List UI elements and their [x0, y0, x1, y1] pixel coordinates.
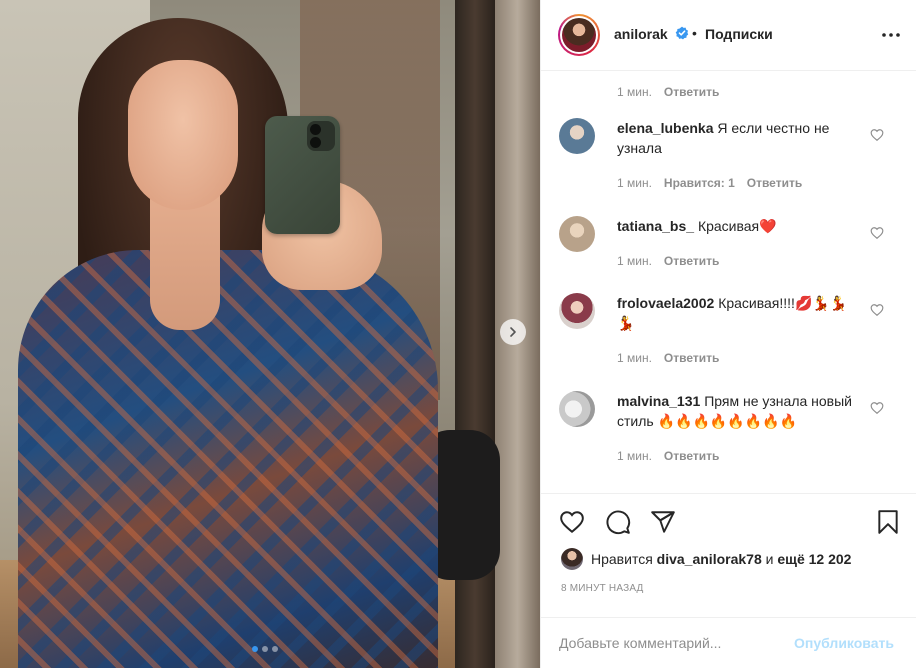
comment-meta: 1 мин. Ответить	[617, 85, 719, 99]
add-comment-bar: Опубликовать	[541, 617, 916, 668]
comment-bubble-icon[interactable]	[605, 509, 631, 535]
post-username[interactable]: anilorak	[614, 26, 668, 42]
commenter-avatar[interactable]	[559, 293, 595, 329]
avatar[interactable]	[558, 14, 600, 56]
reply-button[interactable]: Ответить	[664, 85, 719, 99]
comment-time: 1 мин.	[617, 351, 652, 365]
comment-time: 1 мин.	[617, 85, 652, 99]
carousel-next-button[interactable]	[500, 319, 526, 345]
chevron-right-icon	[510, 327, 516, 337]
comment-meta: 1 мин. Ответить	[617, 449, 719, 463]
post-actions: Нравится diva_anilorak78 и ещё 12 202 8 …	[541, 493, 916, 668]
reply-button[interactable]: Ответить	[664, 351, 719, 365]
reply-button[interactable]: Ответить	[664, 254, 719, 268]
comments-list[interactable]: 1 мин. Ответить elena_lubenka Я если чес…	[541, 71, 916, 493]
more-options-icon[interactable]	[881, 27, 901, 43]
reply-button[interactable]: Ответить	[747, 176, 802, 190]
share-send-icon[interactable]	[650, 509, 676, 535]
reply-button[interactable]: Ответить	[664, 449, 719, 463]
bookmark-icon[interactable]	[875, 509, 901, 535]
likes-prefix: Нравится	[591, 551, 653, 567]
likes-count[interactable]: ещё 12 202	[777, 551, 851, 567]
post-side-panel: anilorak • Подписки 1 мин. Ответить elen…	[540, 0, 916, 668]
post-header: anilorak • Подписки	[541, 0, 916, 71]
publish-comment-button[interactable]: Опубликовать	[794, 635, 894, 651]
like-heart-icon[interactable]	[559, 509, 585, 535]
carousel-dot	[262, 646, 268, 652]
comment-time: 1 мин.	[617, 449, 652, 463]
likes-summary: Нравится diva_anilorak78 и ещё 12 202	[561, 548, 851, 570]
comment-meta: 1 мин. Ответить	[617, 254, 719, 268]
comment-time: 1 мин.	[617, 176, 652, 190]
comment-text: frolovaela2002 Красивая!!!!💋💃💃💃	[617, 293, 862, 333]
photo-detail	[307, 121, 335, 151]
comment-time: 1 мин.	[617, 254, 652, 268]
comment-content: Красивая❤️	[697, 218, 777, 234]
commenter-avatar[interactable]	[559, 118, 595, 154]
verified-badge-icon	[675, 26, 689, 40]
carousel-dot	[272, 646, 278, 652]
comment-likes[interactable]: Нравится: 1	[664, 176, 735, 190]
commenter-avatar[interactable]	[559, 391, 595, 427]
photo-detail	[150, 190, 220, 330]
likes-and: и	[765, 551, 774, 567]
comment-text: malvina_131 Прям не узнала новый стиль 🔥…	[617, 391, 862, 431]
commenter-avatar[interactable]	[559, 216, 595, 252]
commenter-username[interactable]: frolovaela2002	[617, 295, 714, 311]
like-comment-heart-icon[interactable]	[870, 303, 884, 317]
comment-text: elena_lubenka Я если честно не узнала	[617, 118, 862, 158]
commenter-username[interactable]: elena_lubenka	[617, 120, 714, 136]
comment-text: tatiana_bs_ Красивая❤️	[617, 216, 862, 236]
comment-meta: 1 мин. Нравится: 1 Ответить	[617, 176, 802, 190]
like-comment-heart-icon[interactable]	[870, 128, 884, 142]
like-comment-heart-icon[interactable]	[870, 226, 884, 240]
photo-detail	[18, 250, 438, 668]
liker-username[interactable]: diva_anilorak78	[657, 551, 762, 567]
comment-input[interactable]	[559, 628, 789, 658]
commenter-username[interactable]: malvina_131	[617, 393, 700, 409]
liker-avatar[interactable]	[561, 548, 583, 570]
post-photo[interactable]	[0, 0, 540, 668]
like-comment-heart-icon[interactable]	[870, 401, 884, 415]
header-separator: •	[692, 25, 697, 41]
comment-meta: 1 мин. Ответить	[617, 351, 719, 365]
carousel-dots	[252, 646, 278, 652]
commenter-username[interactable]: tatiana_bs_	[617, 218, 694, 234]
carousel-dot	[252, 646, 258, 652]
following-button[interactable]: Подписки	[705, 26, 773, 42]
photo-detail	[128, 60, 238, 210]
post-time-ago[interactable]: 8 МИНУТ НАЗАД	[561, 583, 644, 594]
